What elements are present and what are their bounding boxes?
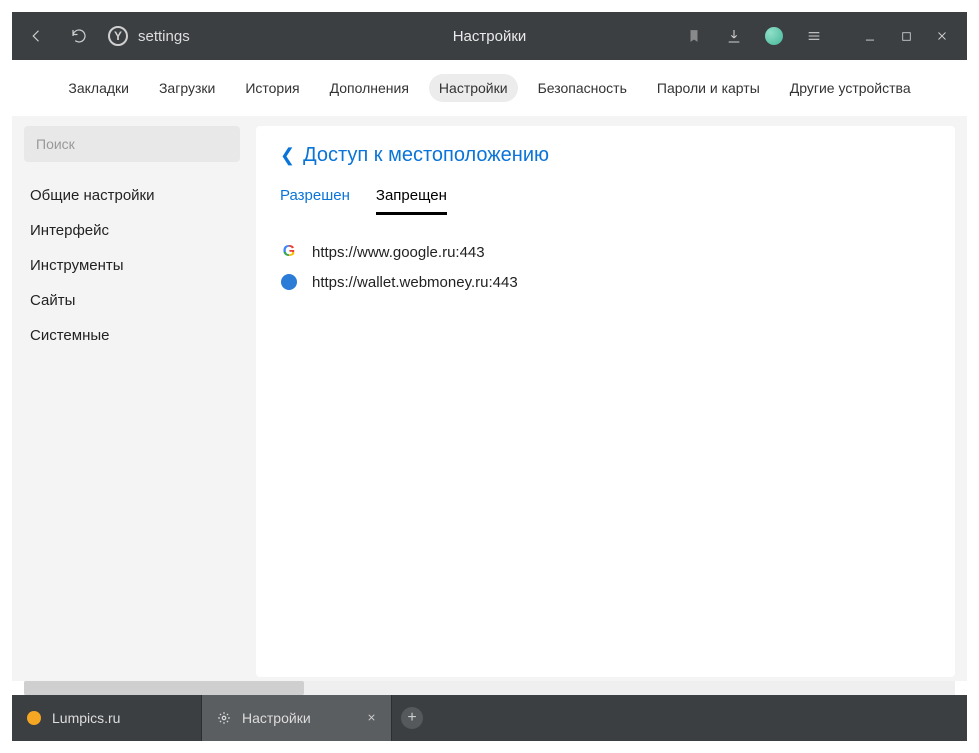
scrollbar-thumb[interactable] <box>24 681 304 695</box>
tab-favicon-icon <box>26 710 42 726</box>
plus-icon: + <box>401 707 423 729</box>
titlebar: Y settings Настройки <box>12 12 967 60</box>
content-area: Поиск Общие настройки Интерфейс Инструме… <box>12 116 967 681</box>
reload-button[interactable] <box>62 19 96 53</box>
menu-icon[interactable] <box>797 19 831 53</box>
permission-subtabs: Разрешен Запрещен <box>280 187 931 215</box>
globe-favicon-icon <box>280 273 298 291</box>
nav-bookmarks[interactable]: Закладки <box>58 74 139 102</box>
site-row[interactable]: https://wallet.webmoney.ru:443 <box>280 267 931 297</box>
subtab-blocked[interactable]: Запрещен <box>376 187 447 215</box>
nav-history[interactable]: История <box>235 74 309 102</box>
downloads-icon[interactable] <box>717 19 751 53</box>
sidebar-item-sites[interactable]: Сайты <box>24 283 240 318</box>
back-button[interactable] <box>20 19 54 53</box>
nav-passwords[interactable]: Пароли и карты <box>647 74 770 102</box>
new-tab-button[interactable]: + <box>392 695 432 741</box>
browser-tab[interactable]: Lumpics.ru <box>12 695 202 741</box>
panel-back-link[interactable]: ❮ Доступ к местоположению <box>280 144 931 167</box>
bookmark-icon[interactable] <box>677 19 711 53</box>
nav-settings[interactable]: Настройки <box>429 74 518 102</box>
url-text: settings <box>138 28 190 45</box>
profile-avatar[interactable] <box>757 19 791 53</box>
browser-tab[interactable]: Настройки <box>202 695 392 741</box>
nav-other-devices[interactable]: Другие устройства <box>780 74 921 102</box>
sidebar-item-general[interactable]: Общие настройки <box>24 178 240 213</box>
page-title: Настройки <box>453 28 527 45</box>
minimize-button[interactable] <box>853 19 887 53</box>
sidebar-item-system[interactable]: Системные <box>24 318 240 353</box>
main-panel: ❮ Доступ к местоположению Разрешен Запре… <box>256 126 955 677</box>
subtab-allowed[interactable]: Разрешен <box>280 187 350 215</box>
gear-icon <box>216 710 232 726</box>
close-window-button[interactable] <box>925 19 959 53</box>
blocked-sites-list: G https://www.google.ru:443 https://wall… <box>280 237 931 297</box>
chevron-left-icon: ❮ <box>280 145 295 166</box>
close-tab-icon[interactable] <box>366 710 377 726</box>
tab-label: Lumpics.ru <box>52 710 120 726</box>
site-url: https://wallet.webmoney.ru:443 <box>312 274 518 291</box>
tab-label: Настройки <box>242 710 311 726</box>
sidebar-item-interface[interactable]: Интерфейс <box>24 213 240 248</box>
google-favicon-icon: G <box>280 243 298 261</box>
tab-bar: Lumpics.ru Настройки + <box>12 695 967 741</box>
settings-top-nav: Закладки Загрузки История Дополнения Нас… <box>12 60 967 116</box>
nav-addons[interactable]: Дополнения <box>320 74 419 102</box>
maximize-button[interactable] <box>889 19 923 53</box>
site-url: https://www.google.ru:443 <box>312 244 485 261</box>
panel-title: Доступ к местоположению <box>303 144 549 167</box>
horizontal-scrollbar[interactable] <box>24 681 955 695</box>
sidebar-item-tools[interactable]: Инструменты <box>24 248 240 283</box>
nav-downloads[interactable]: Загрузки <box>149 74 225 102</box>
yandex-favicon-icon: Y <box>108 26 128 46</box>
nav-security[interactable]: Безопасность <box>528 74 637 102</box>
settings-search-input[interactable]: Поиск <box>24 126 240 162</box>
address-bar[interactable]: Y settings <box>108 26 190 46</box>
settings-sidebar: Поиск Общие настройки Интерфейс Инструме… <box>24 126 240 677</box>
site-row[interactable]: G https://www.google.ru:443 <box>280 237 931 267</box>
